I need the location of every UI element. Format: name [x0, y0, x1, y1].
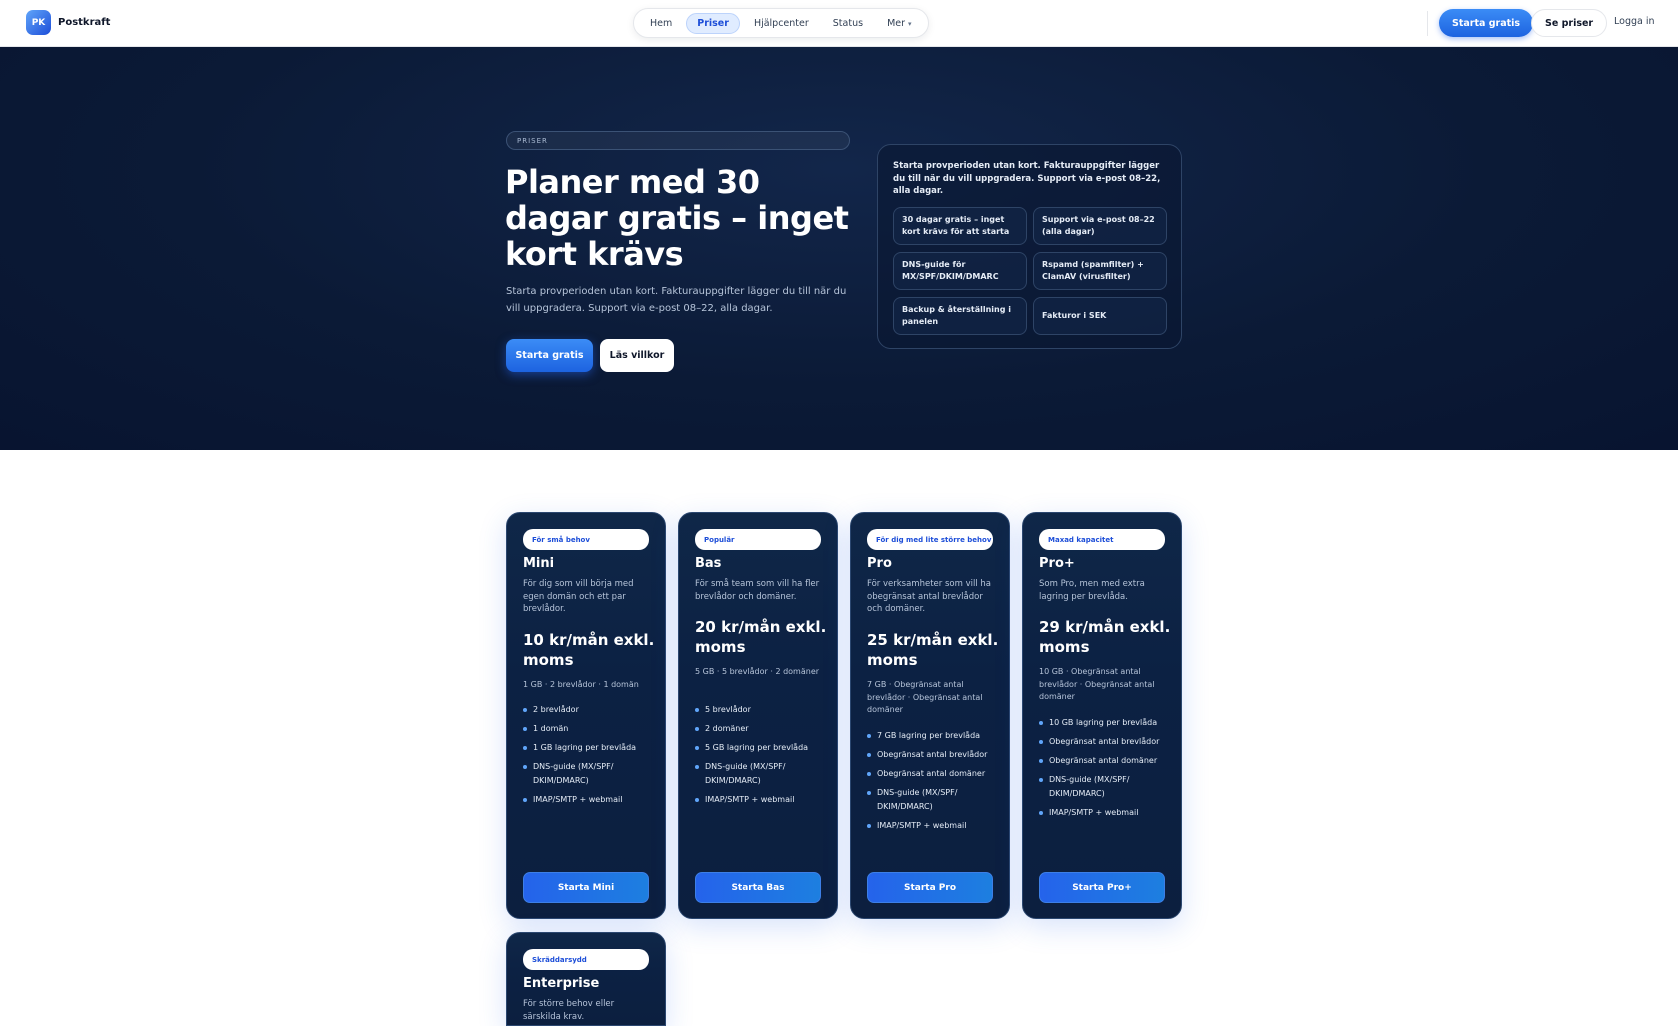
- plan-feature: Obegränsat antal domäner: [1039, 754, 1173, 768]
- plan-feature: IMAP/SMTP + webmail: [1039, 806, 1173, 820]
- plan-quota: 10 GB · Obegränsat antal brevlådor · Obe…: [1039, 667, 1155, 701]
- main-nav: Hem Priser Hjälpcenter Status Mer ▾: [633, 8, 929, 38]
- plan-feature: 10 GB lagring per brevlåda: [1039, 716, 1173, 730]
- feature-chip: Backup & återställning i panelen: [893, 297, 1027, 335]
- nav-item-mer[interactable]: Mer ▾: [877, 14, 921, 33]
- plan-name: Mini: [523, 556, 555, 571]
- plan-feature: DNS-guide (MX/SPF/ DKIM/DMARC): [867, 786, 1001, 814]
- plan-feature: 7 GB lagring per brevlåda: [867, 729, 1001, 743]
- site-header: PK Postkraft Hem Priser Hjälpcenter Stat…: [0, 0, 1678, 47]
- plan-badge: Maxad kapacitet: [1039, 529, 1165, 550]
- plan-feature: 2 brevlådor: [523, 703, 657, 717]
- nav-item-hem[interactable]: Hem: [640, 14, 682, 33]
- plan-description: Som Pro, men med extra lagring per brevl…: [1039, 579, 1145, 602]
- plan-feature: Obegränsat antal brevlådor: [867, 748, 1001, 762]
- feature-chip: 30 dagar gratis – inget kort krävs för a…: [893, 207, 1027, 245]
- plan-price: 20 kr/mån exkl. moms: [695, 618, 827, 656]
- feature-chip: DNS-guide för MX/SPF/DKIM/DMARC: [893, 252, 1027, 290]
- plan-feature: IMAP/SMTP + webmail: [695, 793, 829, 807]
- brand[interactable]: PK Postkraft: [26, 10, 110, 35]
- nav-item-priser[interactable]: Priser: [686, 12, 740, 34]
- plan-card-enterprise: Skräddarsydd Enterprise För större behov…: [506, 932, 666, 1026]
- plan-feature: DNS-guide (MX/SPF/ DKIM/DMARC): [1039, 773, 1173, 801]
- plan-card-pro: För dig med lite större behov Pro För ve…: [850, 512, 1010, 919]
- feature-chip: Support via e-post 08–22 (alla dagar): [1033, 207, 1167, 245]
- plan-feature: Obegränsat antal domäner: [867, 767, 1001, 781]
- header-see-prices-button[interactable]: Se priser: [1531, 9, 1608, 37]
- plan-badge: Populär: [695, 529, 821, 550]
- plan-card-mini: För små behov Mini För dig som vill börj…: [506, 512, 666, 919]
- plan-card-bas: Populär Bas För små team som vill ha fle…: [678, 512, 838, 919]
- plan-feature: IMAP/SMTP + webmail: [867, 819, 1001, 833]
- header-start-free-button[interactable]: Starta gratis: [1439, 9, 1534, 37]
- plan-description: För större behov eller särskilda krav.: [523, 999, 615, 1022]
- plan-name: Pro+: [1039, 556, 1075, 571]
- plan-price: 10 kr/mån exkl. moms: [523, 631, 655, 669]
- feature-chip: Fakturor i SEK: [1033, 297, 1167, 335]
- plan-feature-list: 10 GB lagring per brevlåda Obegränsat an…: [1039, 716, 1173, 825]
- plan-feature: DNS-guide (MX/SPF/ DKIM/DMARC): [695, 760, 829, 788]
- read-terms-button[interactable]: Läs villkor: [600, 339, 674, 372]
- plan-name: Pro: [867, 556, 892, 571]
- plan-feature: 2 domäner: [695, 722, 829, 736]
- plan-feature-list: 5 brevlådor 2 domäner 5 GB lagring per b…: [695, 703, 829, 812]
- plan-feature: 1 domän: [523, 722, 657, 736]
- page-title: Planer med 30 dagar gratis – inget kort …: [505, 163, 849, 273]
- plan-feature-list: 2 brevlådor 1 domän 1 GB lagring per bre…: [523, 703, 657, 812]
- plan-feature: 5 brevlådor: [695, 703, 829, 717]
- hero-info-panel: Starta provperioden utan kort. Fakturaup…: [877, 144, 1182, 349]
- start-pro-plus-button[interactable]: Starta Pro+: [1039, 872, 1165, 903]
- start-mini-button[interactable]: Starta Mini: [523, 872, 649, 903]
- plan-quota: 5 GB · 5 brevlådor · 2 domäner: [695, 667, 820, 676]
- header-divider: [1427, 11, 1428, 36]
- hero-eyebrow: PRISER: [506, 131, 850, 150]
- login-link[interactable]: Logga in: [1614, 16, 1655, 27]
- plan-quota: 1 GB · 2 brevlådor · 1 domän: [523, 680, 639, 689]
- plan-badge: För små behov: [523, 529, 649, 550]
- plan-name: Enterprise: [523, 976, 600, 991]
- plan-feature: IMAP/SMTP + webmail: [523, 793, 657, 807]
- brand-name: Postkraft: [58, 17, 111, 28]
- plan-description: För dig som vill börja med egen domän oc…: [523, 579, 634, 614]
- hero-lead: Starta provperioden utan kort. Fakturaup…: [506, 286, 847, 314]
- panel-text: Starta provperioden utan kort. Fakturaup…: [893, 161, 1161, 196]
- plan-description: För verksamheter som vill ha obegränsat …: [867, 579, 991, 614]
- hero-start-free-button[interactable]: Starta gratis: [506, 339, 593, 372]
- plan-feature: 5 GB lagring per brevlåda: [695, 741, 829, 755]
- feature-chip: Rspamd (spamfilter) + ClamAV (virusfilte…: [1033, 252, 1167, 290]
- plan-badge: För dig med lite större behov: [867, 529, 993, 550]
- plan-feature: DNS-guide (MX/SPF/ DKIM/DMARC): [523, 760, 657, 788]
- nav-item-hjalpcenter[interactable]: Hjälpcenter: [744, 14, 819, 33]
- plan-description: För små team som vill ha fler brevlådor …: [695, 579, 820, 602]
- plan-card-pro-plus: Maxad kapacitet Pro+ Som Pro, men med ex…: [1022, 512, 1182, 919]
- start-bas-button[interactable]: Starta Bas: [695, 872, 821, 903]
- plan-price: 25 kr/mån exkl. moms: [867, 631, 999, 669]
- nav-item-status[interactable]: Status: [823, 14, 873, 33]
- plan-price: 29 kr/mån exkl. moms: [1039, 618, 1171, 656]
- chevron-down-icon: ▾: [908, 19, 912, 28]
- plan-feature-list: 7 GB lagring per brevlåda Obegränsat ant…: [867, 729, 1001, 838]
- plan-feature: 1 GB lagring per brevlåda: [523, 741, 657, 755]
- brand-logo: PK: [26, 10, 51, 35]
- plan-quota: 7 GB · Obegränsat antal brevlådor · Obeg…: [867, 680, 983, 714]
- plan-name: Bas: [695, 556, 722, 571]
- hero-section: PRISER Planer med 30 dagar gratis – inge…: [0, 47, 1678, 450]
- plan-feature: Obegränsat antal brevlådor: [1039, 735, 1173, 749]
- start-pro-button[interactable]: Starta Pro: [867, 872, 993, 903]
- nav-item-mer-label: Mer: [887, 17, 906, 29]
- plan-badge: Skräddarsydd: [523, 949, 649, 970]
